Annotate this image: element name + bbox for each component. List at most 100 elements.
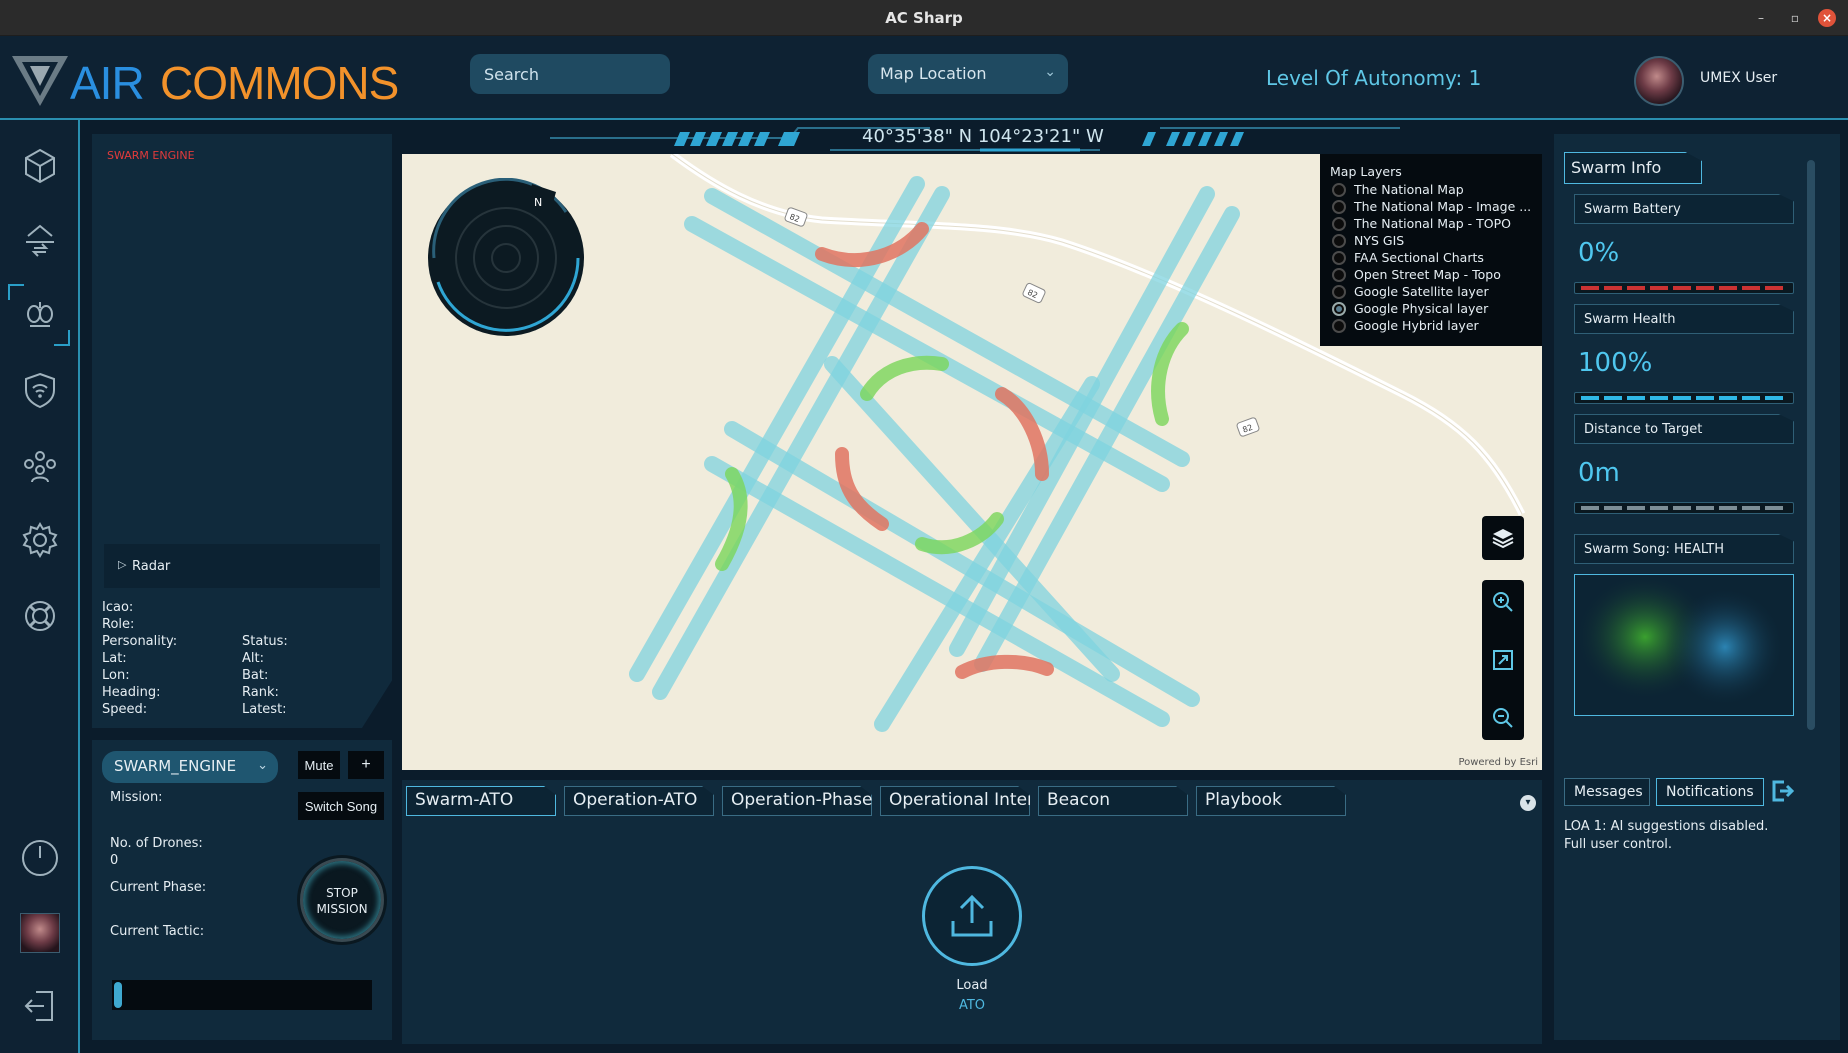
tab-operational-intent[interactable]: Operational Intent	[880, 786, 1030, 816]
compass-icon[interactable]: N	[426, 178, 586, 338]
power-icon[interactable]	[18, 836, 62, 880]
bar-segment	[1604, 396, 1622, 400]
drones-value: 0	[110, 853, 119, 868]
bar-segment	[1673, 286, 1691, 290]
swarm-info-tab[interactable]: Swarm Info	[1564, 152, 1702, 184]
zoom-out-icon[interactable]	[1491, 706, 1515, 734]
restore-icon[interactable]: ▫	[1786, 9, 1804, 27]
tab-overflow-icon[interactable]: ▾	[1520, 795, 1536, 811]
shield-wifi-icon[interactable]	[18, 368, 62, 412]
user-avatar[interactable]	[1634, 56, 1684, 106]
cube-icon[interactable]	[18, 144, 62, 188]
map-layer-label: The National Map	[1354, 182, 1464, 197]
map-attribution: Powered by Esri	[1458, 757, 1538, 768]
radio-icon[interactable]	[1332, 251, 1346, 265]
logo-commons-text: COMMONS	[160, 57, 399, 109]
add-button[interactable]: +	[348, 751, 384, 779]
bar-segment	[1719, 506, 1737, 510]
bar-segment	[1719, 396, 1737, 400]
bar-segment	[1650, 506, 1668, 510]
tab-operation-phase[interactable]: Operation-Phase	[722, 786, 872, 816]
distance-label: Distance to Target	[1574, 414, 1794, 444]
map-location-dropdown[interactable]: Map Location ⌄	[868, 54, 1068, 94]
alt-label: Alt:	[242, 651, 264, 666]
bar-segment	[1627, 286, 1645, 290]
upload-icon	[951, 894, 993, 937]
tab-playbook[interactable]: Playbook	[1196, 786, 1346, 816]
map-layer-label: Open Street Map - Topo	[1354, 267, 1501, 282]
tab-beacon[interactable]: Beacon	[1038, 786, 1188, 816]
map-location-label: Map Location	[880, 64, 987, 83]
swarm-engine-panel: SWARM ENGINE ▷ Radar Icao: Role: Persona…	[92, 134, 392, 728]
user-name[interactable]: UMEX User	[1700, 70, 1777, 86]
bar-segment	[1627, 506, 1645, 510]
search-input[interactable]	[470, 54, 670, 94]
radio-icon[interactable]	[1332, 234, 1346, 248]
zoom-in-icon[interactable]	[1491, 590, 1515, 618]
map-layer-option[interactable]: Google Satellite layer	[1330, 283, 1532, 300]
engine-select[interactable]: SWARM_ENGINE ⌄	[102, 751, 278, 783]
radio-icon[interactable]	[1332, 268, 1346, 282]
bar-segment	[1765, 396, 1783, 400]
map-layer-option[interactable]: The National Map - Image ...	[1330, 198, 1532, 215]
right-panel-scrollbar[interactable]	[1807, 160, 1815, 730]
map-layer-option[interactable]: Google Physical layer	[1330, 300, 1532, 317]
stop-mission-button[interactable]: STOP MISSION	[300, 858, 384, 942]
personality-label: Personality:	[102, 634, 178, 649]
map-layer-option[interactable]: FAA Sectional Charts	[1330, 249, 1532, 266]
nav-avatar[interactable]	[20, 913, 60, 953]
level-of-autonomy: Level Of Autonomy: 1	[1266, 66, 1482, 90]
distance-value: 0m	[1578, 458, 1620, 488]
switch-song-button[interactable]: Switch Song	[298, 792, 384, 820]
map-layer-option[interactable]: Google Hybrid layer	[1330, 317, 1532, 334]
window-titlebar: AC Sharp – ▫ ×	[0, 0, 1848, 36]
mission-panel: SWARM_ENGINE ⌄ Mute + Mission: Switch So…	[92, 740, 392, 1040]
radio-icon[interactable]	[1332, 302, 1346, 316]
map-layer-option[interactable]: NYS GIS	[1330, 232, 1532, 249]
map-layer-label: NYS GIS	[1354, 233, 1405, 248]
speed-label: Speed:	[102, 702, 148, 717]
radio-icon[interactable]	[1332, 285, 1346, 299]
bar-segment	[1650, 286, 1668, 290]
radio-icon[interactable]	[1332, 319, 1346, 333]
bar-segment	[1719, 286, 1737, 290]
bar-segment	[1604, 286, 1622, 290]
status-label: Status:	[242, 634, 288, 649]
map-layer-option[interactable]: The National Map	[1330, 181, 1532, 198]
app-header: AIR COMMONS Map Location ⌄ Level Of Auto…	[0, 36, 1848, 120]
minimize-icon[interactable]: –	[1752, 9, 1770, 27]
bee-swarm-icon[interactable]	[18, 292, 62, 336]
engine-select-value: SWARM_ENGINE	[114, 757, 237, 775]
radio-icon[interactable]	[1332, 217, 1346, 231]
tab-swarm-ato[interactable]: Swarm-ATO	[406, 786, 556, 816]
map-layer-option[interactable]: Open Street Map - Topo	[1330, 266, 1532, 283]
messages-tab[interactable]: Messages	[1564, 778, 1650, 806]
mute-button[interactable]: Mute	[298, 751, 340, 779]
gear-icon[interactable]	[18, 518, 62, 562]
radio-icon[interactable]	[1332, 183, 1346, 197]
export-icon[interactable]	[1770, 778, 1796, 804]
lifebuoy-icon[interactable]	[18, 594, 62, 638]
logout-icon[interactable]	[18, 984, 62, 1028]
radar-toggle[interactable]: ▷ Radar	[104, 544, 380, 588]
tab-operation-ato[interactable]: Operation-ATO	[564, 786, 714, 816]
map-coordinates: 40°35'38" N 104°23'21" W	[862, 126, 1104, 147]
close-icon[interactable]: ×	[1818, 9, 1836, 27]
load-ato-button[interactable]	[922, 866, 1022, 966]
fullscreen-icon[interactable]	[1491, 648, 1515, 676]
map-layer-label: Google Physical layer	[1354, 301, 1489, 316]
role-label: Role:	[102, 617, 135, 632]
layers-button[interactable]	[1482, 516, 1524, 560]
map-layer-option[interactable]: The National Map - TOPO	[1330, 215, 1532, 232]
bar-segment	[1650, 396, 1668, 400]
distance-bar	[1574, 502, 1794, 514]
notifications-tab[interactable]: Notifications	[1656, 778, 1764, 806]
zoom-controls	[1482, 580, 1524, 740]
swap-arrows-icon[interactable]	[18, 218, 62, 262]
group-icon[interactable]	[18, 444, 62, 488]
radio-icon[interactable]	[1332, 200, 1346, 214]
layers-icon	[1492, 529, 1514, 549]
map-view[interactable]: 82 82 82 N Map Layers The National Map Th…	[402, 154, 1542, 770]
map-layer-label: FAA Sectional Charts	[1354, 250, 1484, 265]
bar-segment	[1581, 286, 1599, 290]
